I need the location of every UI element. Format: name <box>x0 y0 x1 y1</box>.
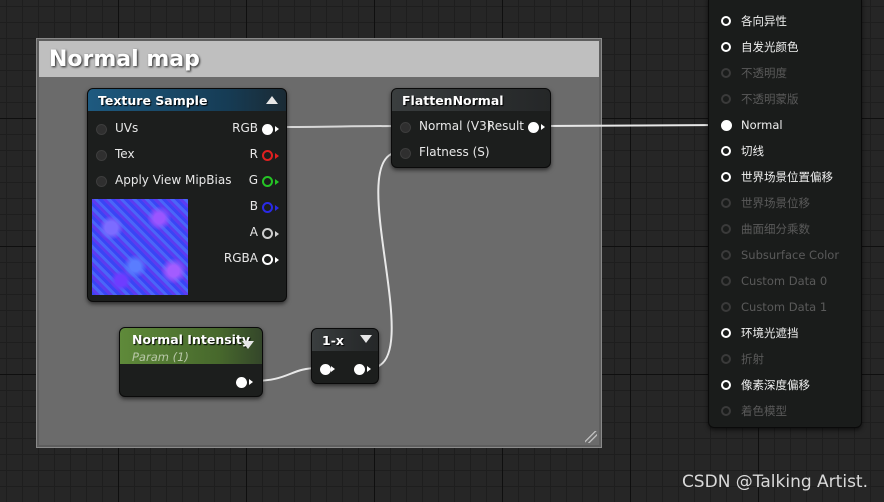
normal-intensity-subtitle: Param (1) <box>132 350 189 364</box>
flatten-normal-header[interactable]: FlattenNormal <box>392 89 550 111</box>
material-pin-label: 世界场景位置偏移 <box>741 170 833 184</box>
material-input-pin[interactable] <box>721 68 731 78</box>
normal-intensity-node[interactable]: Normal Intensity Param (1) <box>119 327 263 397</box>
material-pin-label: 不透明度 <box>741 66 787 80</box>
result-output-label: Result <box>486 119 524 133</box>
g-output-pin[interactable] <box>262 176 273 187</box>
tex-input-pin[interactable] <box>96 150 107 161</box>
material-pin-label: 着色模型 <box>741 404 787 418</box>
material-pin-label: 各向异性 <box>741 14 787 28</box>
material-pin-label: 自发光颜色 <box>741 40 799 54</box>
material-pin-label: 像素深度偏移 <box>741 378 810 392</box>
one-minus-output-pin[interactable] <box>354 364 365 375</box>
material-input-pin[interactable] <box>721 354 731 364</box>
uvs-input-pin[interactable] <box>96 124 107 135</box>
expand-arrow-icon[interactable] <box>242 341 254 349</box>
material-pin-label: 折射 <box>741 352 764 366</box>
rgb-output-pin[interactable] <box>262 124 273 135</box>
material-input-pin[interactable] <box>721 94 731 104</box>
wire-result-to-material <box>543 124 723 127</box>
texture-sample-header[interactable]: Texture Sample <box>88 89 286 111</box>
g-output-label: G <box>248 173 258 187</box>
r-output-arrow-icon <box>275 153 279 159</box>
normal-intensity-output-arrow-icon <box>249 379 253 385</box>
wire-rgb-to-normal <box>275 125 401 128</box>
one-minus-header[interactable]: 1-x <box>312 329 378 351</box>
material-pin-label: 曲面细分乘数 <box>741 222 810 236</box>
b-output-arrow-icon <box>275 205 279 211</box>
material-input-pin[interactable] <box>721 380 731 390</box>
mipbias-input-pin[interactable] <box>96 176 107 187</box>
normal-v3-input-pin[interactable] <box>400 122 411 133</box>
material-input-pin[interactable] <box>721 328 731 338</box>
material-pin-label: 切线 <box>741 144 764 158</box>
r-output-pin[interactable] <box>262 150 273 161</box>
rgb-output-arrow-icon <box>275 126 279 132</box>
one-minus-output-arrow-icon <box>367 366 371 372</box>
b-output-pin[interactable] <box>262 202 273 213</box>
a-output-label: A <box>249 225 258 239</box>
material-input-pin[interactable] <box>721 198 731 208</box>
normal-intensity-header[interactable]: Normal Intensity Param (1) <box>120 328 262 364</box>
flatness-input-pin[interactable] <box>400 148 411 159</box>
material-input-pin[interactable] <box>721 120 732 131</box>
expand-arrow-icon[interactable] <box>360 335 372 343</box>
material-input-pin[interactable] <box>721 172 731 182</box>
rgba-output-label: RGBA <box>223 251 258 265</box>
material-pin-label: Normal <box>741 118 783 132</box>
r-output-label: R <box>249 147 258 161</box>
g-output-arrow-icon <box>275 179 279 185</box>
material-input-pin[interactable] <box>721 146 731 156</box>
material-input-pin[interactable] <box>721 224 731 234</box>
texture-preview <box>92 199 188 295</box>
one-minus-input-arrow-icon <box>331 366 335 372</box>
material-input-pin[interactable] <box>721 406 731 416</box>
texture-sample-title: Texture Sample <box>98 93 208 108</box>
result-output-pin[interactable] <box>528 122 539 133</box>
material-pin-label: Custom Data 1 <box>741 300 828 314</box>
texture-sample-node[interactable]: Texture Sample UVs Tex Apply View MipBia… <box>87 88 287 302</box>
material-pin-label: 不透明蒙版 <box>741 92 799 106</box>
result-output-arrow-icon <box>541 124 545 130</box>
flatten-normal-title: FlattenNormal <box>402 93 504 108</box>
material-input-pin[interactable] <box>721 302 731 312</box>
a-output-pin[interactable] <box>262 228 273 239</box>
material-pin-label: Subsurface Color <box>741 248 840 262</box>
a-output-arrow-icon <box>275 231 279 237</box>
normal-v3-input-label: Normal (V3) <box>419 119 492 133</box>
one-minus-input-pin[interactable] <box>320 364 331 375</box>
tex-input-label: Tex <box>115 147 135 161</box>
flatness-input-label: Flatness (S) <box>419 145 490 159</box>
material-result-node[interactable]: 各向异性 自发光颜色 不透明度 不透明蒙版 Normal 切线 世界场景位置偏移… <box>708 0 862 428</box>
collapse-arrow-icon[interactable] <box>266 96 278 104</box>
uvs-input-label: UVs <box>115 121 139 135</box>
b-output-label: B <box>249 199 258 213</box>
one-minus-title: 1-x <box>322 333 344 348</box>
flatten-normal-node[interactable]: FlattenNormal Normal (V3) Flatness (S) R… <box>391 88 551 168</box>
one-minus-node[interactable]: 1-x <box>311 328 379 384</box>
rgb-output-label: RGB <box>232 121 258 135</box>
rgba-output-pin[interactable] <box>262 254 273 265</box>
material-input-pin[interactable] <box>721 16 731 26</box>
normal-intensity-output-pin[interactable] <box>236 377 247 388</box>
material-pin-label: Custom Data 0 <box>741 274 828 288</box>
mipbias-input-label: Apply View MipBias <box>115 173 232 187</box>
material-input-pin[interactable] <box>721 42 731 52</box>
material-input-pin[interactable] <box>721 250 731 260</box>
material-pin-label: 世界场景位移 <box>741 196 810 210</box>
material-input-pin[interactable] <box>721 276 731 286</box>
material-pin-label: 环境光遮挡 <box>741 326 799 340</box>
rgba-output-arrow-icon <box>275 257 279 263</box>
watermark: CSDN @Talking Artist. <box>681 472 868 492</box>
